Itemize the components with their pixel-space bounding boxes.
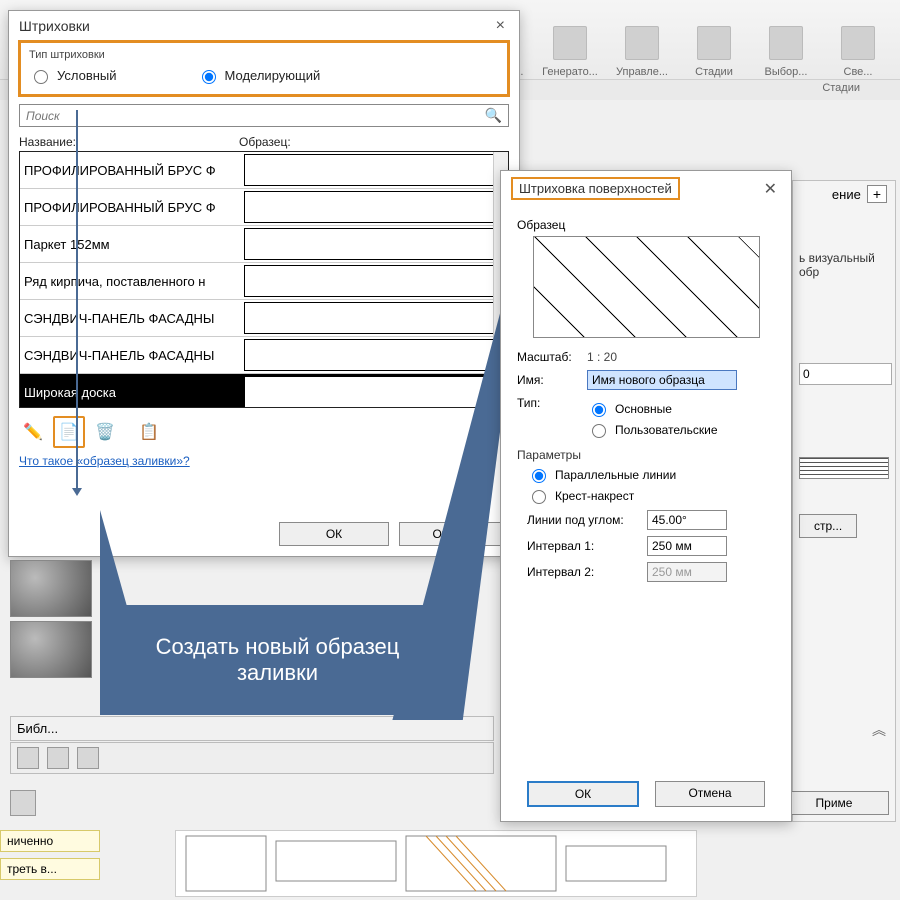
radio-conditional[interactable]: Условный — [29, 67, 117, 84]
pattern-row[interactable]: Ряд кирпича, поставленного н — [20, 263, 508, 300]
hatch-swatch — [799, 457, 889, 479]
new-pattern-icon[interactable]: 📄 — [53, 416, 85, 448]
duplicate-icon[interactable]: 📋 — [135, 418, 163, 446]
pattern-row[interactable]: СЭНДВИЧ-ПАНЕЛЬ ФАСАДНЫ — [20, 337, 508, 374]
material-thumbnail[interactable] — [10, 621, 92, 678]
pattern-sample — [244, 376, 494, 408]
ribbon-group-prop[interactable]: Све... — [826, 8, 890, 78]
pattern-name: СЭНДВИЧ-ПАНЕЛЬ ФАСАДНЫ — [20, 311, 244, 326]
search-box[interactable]: 🔍 — [19, 104, 509, 127]
pattern-name: ПРОФИЛИРОВАННЫЙ БРУС Ф — [20, 163, 244, 178]
close-icon[interactable]: ✕ — [760, 179, 781, 199]
toolbar-icon[interactable] — [77, 747, 99, 769]
name-input[interactable] — [587, 370, 737, 390]
pattern-sample — [244, 339, 494, 371]
pattern-sample — [244, 228, 494, 260]
scale-value: 1 : 20 — [587, 350, 617, 364]
name-label: Имя: — [517, 373, 587, 387]
settings-button[interactable]: стр... — [799, 514, 857, 538]
properties-icon[interactable] — [10, 790, 36, 816]
ribbon-panel-label: Стадии — [812, 80, 870, 100]
col-header-sample: Образец: — [239, 135, 291, 149]
floor-plan-view[interactable] — [175, 830, 697, 897]
panel-header-fragment: ение — [832, 187, 861, 202]
pattern-list[interactable]: ПРОФИЛИРОВАННЫЙ БРУС Ф ПРОФИЛИРОВАННЫЙ БР… — [19, 151, 509, 408]
dialog-title: Штриховки — [19, 18, 90, 34]
delete-pattern-icon[interactable]: 🗑️ — [91, 418, 119, 446]
radio-type-basic[interactable]: Основные — [587, 400, 718, 417]
parameters-label: Параметры — [517, 448, 775, 462]
toolbar-icon[interactable] — [47, 747, 69, 769]
dialog-title: Штриховка поверхностей — [511, 177, 680, 200]
annotation-arrow — [76, 110, 78, 490]
pattern-sample — [244, 154, 494, 186]
scale-label: Масштаб: — [517, 350, 587, 364]
interval1-input[interactable] — [647, 536, 727, 556]
panel-apply-button[interactable]: Приме — [779, 791, 889, 815]
pattern-row[interactable]: СЭНДВИЧ-ПАНЕЛЬ ФАСАДНЫ — [20, 300, 508, 337]
fieldset-legend: Тип штриховки — [29, 49, 499, 61]
ribbon-group-manage[interactable]: Управле... — [610, 8, 674, 78]
material-thumbnail[interactable] — [10, 560, 92, 617]
interval2-label: Интервал 2: — [527, 565, 647, 579]
library-toolbar — [10, 742, 494, 774]
material-thumbnails — [10, 560, 95, 682]
visual-label-fragment: ь визуальный обр — [793, 247, 895, 283]
annotation-callout: Создать новый образец заливки — [100, 605, 455, 715]
close-icon[interactable]: × — [492, 17, 509, 35]
pattern-name: Ряд кирпича, поставленного н — [20, 274, 244, 289]
radio-modeling[interactable]: Моделирующий — [197, 67, 321, 84]
panel-add-button[interactable]: + — [867, 185, 887, 203]
col-header-name: Название: — [19, 135, 239, 149]
pattern-name: ПРОФИЛИРОВАННЫЙ БРУС Ф — [20, 200, 244, 215]
ok-button[interactable]: ОК — [279, 522, 389, 546]
search-icon[interactable]: 🔍 — [479, 105, 508, 126]
ok-button[interactable]: ОК — [527, 781, 639, 807]
pattern-row[interactable]: ПРОФИЛИРОВАННЫЙ БРУС Ф — [20, 152, 508, 189]
fragment-text-2: треть в... — [0, 858, 100, 880]
interval1-label: Интервал 1: — [527, 539, 647, 553]
pattern-sample — [244, 302, 494, 334]
ribbon-group-stages[interactable]: Стадии — [682, 8, 746, 78]
angle-input[interactable] — [647, 510, 727, 530]
radio-crosshatch[interactable]: Крест-накрест — [527, 487, 765, 504]
hatch-type-fieldset: Тип штриховки Условный Моделирующий — [19, 41, 509, 96]
surface-hatch-dialog: Штриховка поверхностей ✕ Образец Масштаб… — [500, 170, 792, 822]
interval2-input — [647, 562, 727, 582]
pattern-row[interactable]: ПРОФИЛИРОВАННЫЙ БРУС Ф — [20, 189, 508, 226]
cancel-button[interactable]: Отмена — [655, 781, 765, 807]
pattern-row[interactable]: Широкая доска — [20, 374, 508, 408]
pencil-icon[interactable]: ✏️ — [19, 418, 47, 446]
toolbar-icon[interactable] — [17, 747, 39, 769]
pattern-name: СЭНДВИЧ-ПАНЕЛЬ ФАСАДНЫ — [20, 348, 244, 363]
pattern-sample — [244, 191, 494, 223]
angle-label: Линии под углом: — [527, 513, 647, 527]
pattern-name: Паркет 152мм — [20, 237, 244, 252]
search-input[interactable] — [20, 106, 479, 126]
pattern-name: Широкая доска — [20, 385, 244, 400]
type-label: Тип: — [517, 396, 587, 410]
hatch-patterns-dialog: Штриховки × Тип штриховки Условный Модел… — [8, 10, 520, 557]
fragment-text-1: ниченно — [0, 830, 100, 852]
ribbon-group-generator[interactable]: Генерато... — [538, 8, 602, 78]
radio-type-custom[interactable]: Пользовательские — [587, 421, 718, 438]
ribbon-group-select[interactable]: Выбор... — [754, 8, 818, 78]
pattern-row[interactable]: Паркет 152мм — [20, 226, 508, 263]
sample-preview — [533, 236, 760, 338]
radio-parallel[interactable]: Параллельные линии — [527, 466, 765, 483]
collapse-chevron-icon[interactable]: ︽ — [872, 720, 886, 740]
numeric-field[interactable] — [799, 363, 892, 385]
pattern-sample — [244, 265, 494, 297]
help-link[interactable]: Что такое «образец заливки»? — [19, 454, 509, 468]
sample-label: Образец — [517, 218, 779, 232]
